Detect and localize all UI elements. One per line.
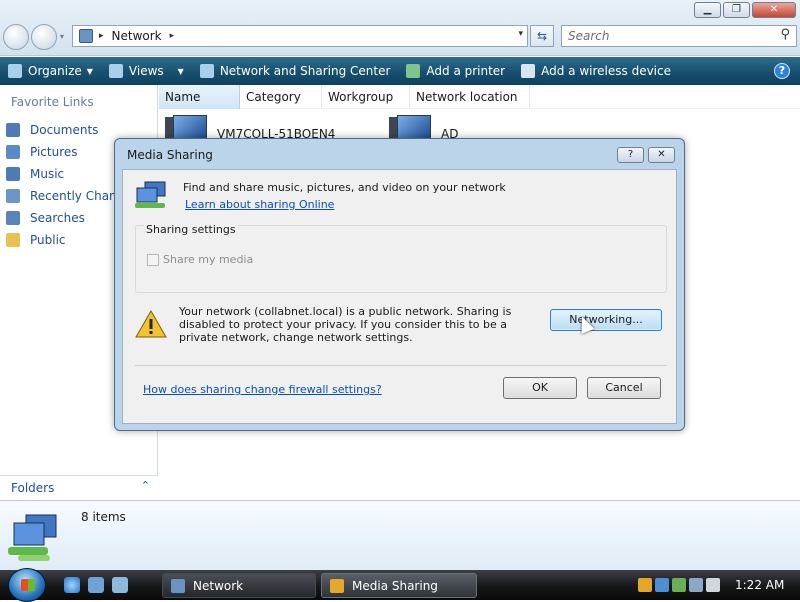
taskbar: Network Media Sharing 1:22 AM — [0, 568, 800, 602]
column-header-name[interactable]: Name — [159, 85, 240, 109]
dialog-help-button[interactable]: ? — [617, 147, 644, 163]
checkbox-label: Share my media — [163, 253, 254, 266]
show-desktop-icon[interactable] — [88, 577, 104, 593]
taskbar-media-sharing-button[interactable]: Media Sharing — [321, 573, 477, 598]
task-label: Network — [193, 578, 244, 593]
address-dropdown-icon[interactable]: ▾ — [518, 29, 523, 39]
recent-pages-chevron-icon[interactable]: ▾ — [60, 32, 64, 41]
switch-windows-icon[interactable] — [112, 577, 128, 593]
title-bar: ▁ ❐ ✕ ▾ ▸ Network ▸ ▾ ⇆ Search ⚲ — [0, 0, 800, 56]
share-my-media-checkbox: Share my media — [147, 253, 253, 266]
breadcrumb-separator[interactable]: ▸ — [99, 31, 104, 41]
chevron-up-icon: ⌃ — [140, 479, 150, 492]
item-count: 8 items — [81, 510, 126, 524]
documents-icon — [6, 123, 20, 137]
details-pane: 8 items — [0, 500, 800, 570]
folder-icon — [6, 233, 20, 247]
network-icon — [79, 29, 93, 43]
organize-icon — [8, 64, 22, 78]
warning-icon — [135, 309, 167, 338]
command-toolbar: Organize ▼ Views ▼ Network and Sharing C… — [0, 57, 800, 85]
search-icon[interactable]: ⚲ — [780, 27, 790, 42]
search-input[interactable]: Search ⚲ — [561, 25, 797, 47]
system-tray: 1:22 AM — [630, 570, 800, 600]
folders-label: Folders — [11, 481, 55, 495]
add-wireless-device-button[interactable]: Add a wireless device — [513, 57, 679, 85]
wireless-device-icon — [521, 64, 536, 78]
dialog-body: Find and share music, pictures, and vide… — [122, 169, 677, 424]
window-controls: ▁ ❐ ✕ — [694, 2, 796, 18]
folders-toggle[interactable]: Folders ⌃ — [0, 475, 158, 500]
column-header-category[interactable]: Category — [240, 85, 322, 109]
networking-button[interactable]: Networking... — [550, 309, 662, 331]
chevron-down-icon: ▼ — [177, 66, 184, 76]
nav-item-label: Pictures — [30, 145, 78, 159]
firewall-settings-link[interactable]: How does sharing change firewall setting… — [143, 383, 382, 396]
searches-icon — [6, 211, 20, 225]
media-icon — [330, 578, 344, 593]
media-sharing-icon — [135, 180, 169, 210]
network-sharing-center-label: Network and Sharing Center — [219, 64, 391, 78]
views-button[interactable]: Views ▼ — [101, 57, 192, 85]
warning-text: Your network (collabnet.local) is a publ… — [179, 305, 512, 344]
refresh-button[interactable]: ⇆ — [530, 25, 554, 47]
windows-security-icon[interactable] — [655, 578, 669, 592]
nav-item-label: Public — [30, 233, 66, 247]
breadcrumb-network[interactable]: Network — [112, 29, 162, 43]
dialog-close-button[interactable]: ✕ — [648, 147, 675, 163]
volume-muted-icon[interactable] — [706, 578, 720, 592]
forward-button[interactable] — [31, 24, 57, 50]
internet-explorer-icon[interactable] — [64, 577, 80, 593]
favorite-links-heading: Favorite Links — [11, 95, 94, 109]
network-status-icon[interactable] — [689, 578, 703, 592]
security-shield-icon[interactable] — [638, 578, 652, 592]
views-icon — [108, 64, 123, 78]
address-bar[interactable]: ▸ Network ▸ ▾ — [72, 25, 528, 47]
column-header-workgroup[interactable]: Workgroup — [322, 85, 410, 109]
media-sharing-dialog: Media Sharing ? ✕ Find and share music, … — [114, 138, 685, 431]
taskbar-network-button[interactable]: Network — [162, 573, 316, 598]
views-label: Views — [128, 64, 164, 78]
organize-label: Organize — [28, 64, 82, 78]
network-sharing-center-button[interactable]: Network and Sharing Center — [192, 57, 399, 85]
intro-text: Find and share music, pictures, and vide… — [183, 181, 506, 194]
maximize-button[interactable]: ❐ — [723, 2, 750, 18]
help-icon[interactable]: ? — [774, 63, 790, 79]
minimize-button[interactable]: ▁ — [694, 2, 721, 18]
music-icon — [6, 167, 20, 181]
checkbox-icon — [147, 253, 159, 266]
back-button[interactable] — [3, 24, 29, 50]
recent-icon — [6, 189, 20, 203]
close-button[interactable]: ✕ — [752, 2, 796, 18]
nav-item-label: Searches — [30, 211, 85, 225]
start-button[interactable] — [8, 568, 46, 602]
network-icon — [8, 511, 68, 565]
learn-about-sharing-link[interactable]: Learn about sharing Online — [185, 198, 334, 211]
nav-item-label: Documents — [30, 123, 99, 137]
windows-logo-icon — [21, 579, 35, 591]
cancel-button[interactable]: Cancel — [587, 377, 661, 399]
add-printer-button[interactable]: Add a printer — [398, 57, 513, 85]
pictures-icon — [6, 145, 20, 159]
divider — [135, 365, 667, 366]
chevron-down-icon: ▼ — [86, 66, 93, 76]
column-headers: Name Category Workgroup Network location — [159, 85, 800, 109]
add-wireless-label: Add a wireless device — [541, 64, 671, 78]
column-header-network-location[interactable]: Network location — [410, 85, 530, 109]
task-label: Media Sharing — [352, 578, 438, 593]
network-sharing-icon — [199, 64, 214, 78]
sharing-settings-group: Sharing settings Share my media — [135, 223, 667, 293]
clock[interactable]: 1:22 AM — [735, 578, 784, 592]
network-icon — [171, 578, 185, 593]
update-icon[interactable] — [672, 578, 686, 592]
breadcrumb-separator-trailing[interactable]: ▸ — [170, 31, 175, 41]
add-printer-label: Add a printer — [426, 64, 506, 78]
nav-item-label: Music — [30, 167, 65, 181]
ok-button[interactable]: OK — [503, 377, 577, 399]
organize-button[interactable]: Organize ▼ — [0, 57, 101, 85]
dialog-title: Media Sharing — [127, 148, 213, 162]
search-placeholder: Search — [568, 29, 610, 43]
printer-icon — [406, 64, 421, 78]
group-title: Sharing settings — [144, 223, 238, 236]
